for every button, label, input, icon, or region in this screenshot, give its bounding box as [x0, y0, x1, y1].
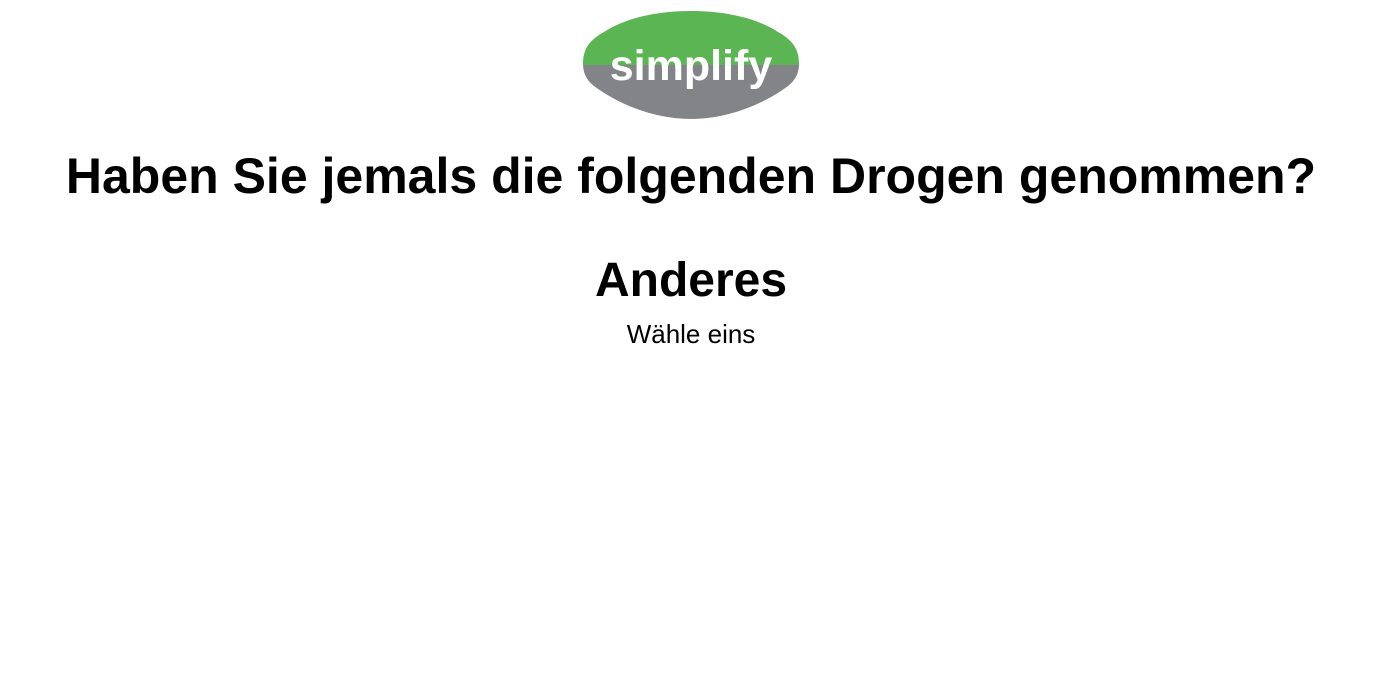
- simplify-logo-icon: simplify: [583, 11, 799, 119]
- simplify-logo: simplify: [582, 10, 800, 120]
- question-title: Haben Sie jemals die folgenden Drogen ge…: [65, 148, 1317, 204]
- logo-text: simplify: [610, 42, 773, 90]
- instruction-text: Wähle eins: [626, 319, 756, 349]
- option-title: Anderes: [594, 254, 788, 307]
- survey-page: simplify Haben Sie jemals die folgenden …: [0, 0, 1382, 683]
